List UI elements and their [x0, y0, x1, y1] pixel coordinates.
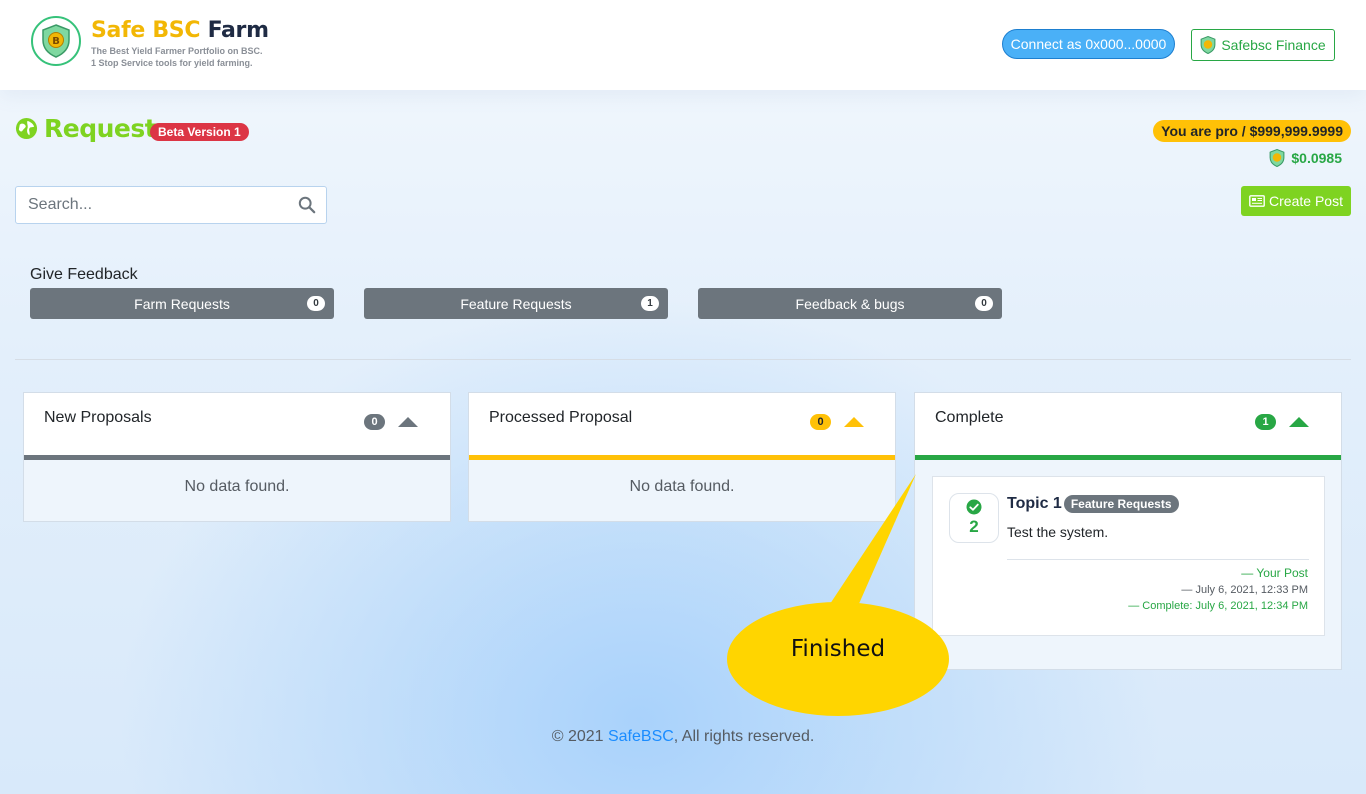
tagline-line-1: The Best Yield Farmer Portfolio on BSC.: [91, 46, 263, 56]
footer-link-safebsc[interactable]: SafeBSC: [608, 728, 674, 745]
category-count-badge: 1: [641, 296, 659, 311]
feedback-heading: Give Feedback: [30, 266, 138, 283]
post-card[interactable]: 2 Topic 1 Feature Requests Test the syst…: [932, 476, 1325, 636]
callout-text: Finished: [790, 636, 886, 662]
post-title-row: Topic 1 Feature Requests: [1007, 495, 1179, 513]
header: B Safe BSC Farm The Best Yield Farmer Po…: [0, 0, 1366, 90]
brand-tagline: The Best Yield Farmer Portfolio on BSC. …: [91, 45, 263, 69]
section-divider: [15, 359, 1351, 360]
column-title: Complete: [935, 409, 1004, 426]
create-post-button[interactable]: Create Post: [1241, 186, 1351, 216]
column-processed-proposal: Processed Proposal 0 No data found.: [468, 392, 896, 522]
search-input[interactable]: [28, 196, 298, 214]
post-category-tag: Feature Requests: [1063, 495, 1179, 513]
vote-count: 2: [969, 517, 979, 536]
search-icon[interactable]: [298, 196, 316, 214]
column-count-badge: 1: [1255, 414, 1276, 430]
page-title: Requests: [15, 114, 171, 143]
category-label: Feedback & bugs: [795, 295, 905, 312]
post-completed-date: — Complete: July 6, 2021, 12:34 PM: [1128, 600, 1308, 612]
footer-rights: , All rights reserved.: [673, 728, 815, 745]
brand-title-part2: Farm: [207, 18, 269, 43]
column-header: Complete 1: [915, 393, 1341, 455]
collapse-up-icon[interactable]: [844, 417, 864, 427]
token-price-value: $0.0985: [1291, 150, 1342, 166]
collapse-up-icon[interactable]: [1289, 417, 1309, 427]
post-description: Test the system.: [1007, 524, 1109, 540]
column-title: New Proposals: [44, 409, 152, 426]
connect-wallet-button[interactable]: Connect as 0x000...0000: [1002, 29, 1175, 59]
newspaper-icon: [1249, 195, 1265, 207]
shield-coin-icon: [1200, 36, 1216, 54]
beta-badge: Beta Version 1: [150, 123, 249, 141]
search-box: [15, 186, 327, 224]
globe-icon: [15, 117, 38, 140]
shield-coin-icon: [1269, 149, 1285, 167]
footer: © 2021 SafeBSC, All rights reserved.: [0, 728, 1366, 746]
safebsc-finance-button[interactable]: Safebsc Finance: [1191, 29, 1335, 61]
column-title: Processed Proposal: [489, 409, 633, 426]
empty-state-text: No data found.: [184, 478, 290, 495]
category-label: Feature Requests: [460, 295, 572, 312]
category-label: Farm Requests: [134, 295, 230, 312]
pro-status-badge: You are pro / $999,999.9999: [1153, 120, 1351, 142]
post-created-date: — July 6, 2021, 12:33 PM: [1181, 584, 1308, 596]
brand-title-part1: Safe BSC: [91, 18, 201, 43]
category-feedback-bugs-button[interactable]: Feedback & bugs 0: [698, 288, 1002, 319]
empty-state-text: No data found.: [629, 478, 735, 495]
shield-logo-icon: B: [42, 24, 70, 58]
category-count-badge: 0: [307, 296, 325, 311]
tagline-line-2: 1 Stop Service tools for yield farming.: [91, 58, 253, 68]
vote-box[interactable]: 2: [949, 493, 999, 543]
token-price: $0.0985: [1269, 149, 1342, 167]
category-feature-requests-button[interactable]: Feature Requests 1: [364, 288, 668, 319]
column-header: New Proposals 0: [24, 393, 450, 455]
svg-text:B: B: [52, 36, 60, 47]
column-header: Processed Proposal 0: [469, 393, 895, 455]
check-circle-icon: [966, 499, 982, 515]
column-count-badge: 0: [810, 414, 831, 430]
collapse-up-icon[interactable]: [398, 417, 418, 427]
column-status-bar: [915, 455, 1341, 460]
create-post-label: Create Post: [1269, 193, 1343, 209]
post-title[interactable]: Topic 1: [1007, 495, 1062, 513]
logo[interactable]: B: [31, 16, 81, 66]
category-count-badge: 0: [975, 296, 993, 311]
category-farm-requests-button[interactable]: Farm Requests 0: [30, 288, 334, 319]
column-new-proposals: New Proposals 0 No data found.: [23, 392, 451, 522]
column-count-badge: 0: [364, 414, 385, 430]
brand-title[interactable]: Safe BSC Farm: [91, 18, 269, 43]
card-divider: [1007, 559, 1309, 560]
finance-button-label: Safebsc Finance: [1221, 37, 1326, 53]
post-owner: — Your Post: [1241, 566, 1308, 580]
footer-copyright: © 2021: [551, 728, 608, 745]
